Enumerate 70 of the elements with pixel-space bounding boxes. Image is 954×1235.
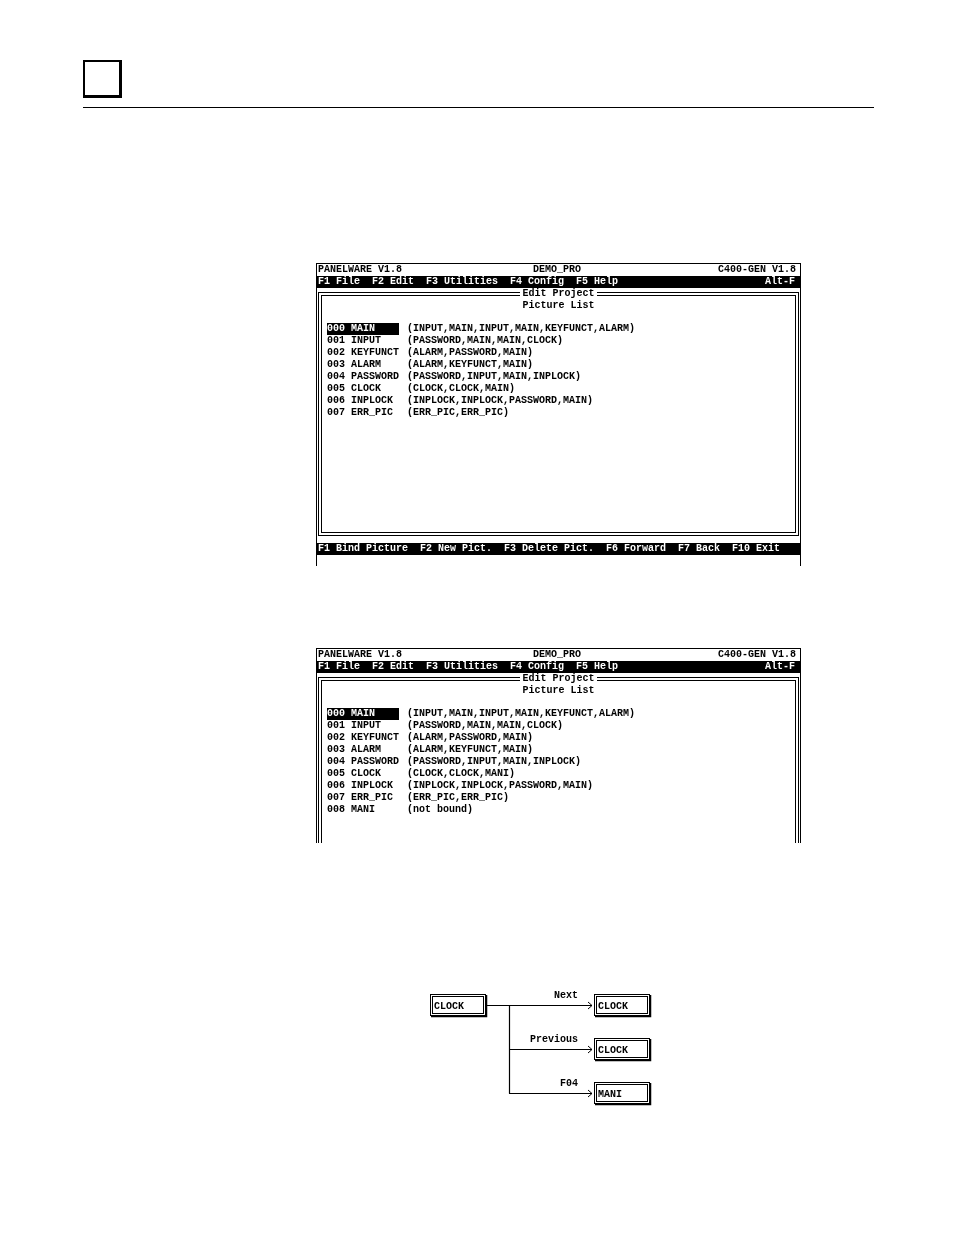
function-key[interactable]: F2 New Pict. [420,543,493,555]
picture-links: (INPLOCK,INPLOCK,PASSWORD,MAIN) [407,395,594,407]
square-icon [83,60,122,98]
picture-links: (PASSWORD,MAIN,MAIN,CLOCK) [407,335,564,347]
picture-links: (not bound) [407,804,473,816]
project-name: DEMO_PRO [533,264,581,276]
menu-item[interactable]: F5 Help [576,661,619,673]
picture-links: (PASSWORD,INPUT,MAIN,INPLOCK) [407,756,582,768]
function-key[interactable]: F6 Forward [606,543,667,555]
function-key[interactable]: F10 Exit [732,543,781,555]
picture-links: (ERR_PIC,ERR_PIC) [407,407,510,419]
list-heading: Picture List [521,685,596,697]
picture-links: (CLOCK,CLOCK,MANI) [407,768,516,780]
picture-links: (ALARM,PASSWORD,MAIN) [407,347,534,359]
list-heading: Picture List [521,300,596,312]
menu-item[interactable]: F1 File [318,661,360,673]
menu-item[interactable]: F5 Help [576,276,619,288]
picture-entry[interactable]: 006 INPLOCK [327,395,399,407]
picture-entry[interactable]: 006 INPLOCK [327,780,399,792]
picture-links: (INPUT,MAIN,INPUT,MAIN,KEYFUNCT,ALARM) [407,708,636,720]
picture-links: (ALARM,KEYFUNCT,MAIN) [407,744,534,756]
picture-entry[interactable]: 005 CLOCK [327,768,399,780]
target-version: C400-GEN V1.8 [718,649,796,661]
picture-entry[interactable]: 003 ALARM [327,744,399,756]
shortcut-hint: Alt-F [765,276,795,288]
picture-entry[interactable]: 008 MANI [327,804,399,816]
function-key[interactable]: F7 Back [678,543,721,555]
picture-links: (PASSWORD,MAIN,MAIN,CLOCK) [407,720,564,732]
link-label: Previous [530,1034,578,1045]
menu-item[interactable]: F2 Edit [372,276,415,288]
picture-links: (INPLOCK,INPLOCK,PASSWORD,MAIN) [407,780,594,792]
picture-entry[interactable]: 000 MAIN [327,323,399,335]
picture-entry[interactable]: 000 MAIN [327,708,399,720]
function-key[interactable]: F1 Bind Picture [318,543,408,555]
picture-node: CLOCK [430,994,488,1018]
picture-links: (ERR_PIC,ERR_PIC) [407,792,510,804]
picture-links: (PASSWORD,INPUT,MAIN,INPLOCK) [407,371,582,383]
picture-node: CLOCK [594,1038,652,1062]
project-name: DEMO_PRO [533,649,581,661]
picture-entry[interactable]: 001 INPUT [327,720,399,732]
picture-entry[interactable]: 004 PASSWORD [327,371,399,383]
app-title: PANELWARE V1.8 [318,264,402,276]
picture-entry[interactable]: 001 INPUT [327,335,399,347]
picture-links: (CLOCK,CLOCK,MAIN) [407,383,516,395]
menu-item[interactable]: F4 Config [510,276,565,288]
picture-entry[interactable]: 004 PASSWORD [327,756,399,768]
app-title: PANELWARE V1.8 [318,649,402,661]
picture-entry[interactable]: 005 CLOCK [327,383,399,395]
panel-title: Edit Project [521,288,596,300]
picture-entry[interactable]: 002 KEYFUNCT [327,347,399,359]
picture-node: MANI [594,1082,652,1106]
picture-entry[interactable]: 007 ERR_PIC [327,407,399,419]
shortcut-hint: Alt-F [765,661,795,673]
panel-title: Edit Project [521,673,596,685]
link-label: Next [554,990,578,1001]
function-key[interactable]: F3 Delete Pict. [504,543,595,555]
picture-links: (INPUT,MAIN,INPUT,MAIN,KEYFUNCT,ALARM) [407,323,636,335]
menu-item[interactable]: F1 File [318,276,360,288]
picture-links: (ALARM,PASSWORD,MAIN) [407,732,534,744]
picture-links: (ALARM,KEYFUNCT,MAIN) [407,359,534,371]
picture-node: CLOCK [594,994,652,1018]
target-version: C400-GEN V1.8 [718,264,796,276]
picture-entry[interactable]: 003 ALARM [327,359,399,371]
link-label: F04 [560,1078,578,1089]
picture-entry[interactable]: 007 ERR_PIC [327,792,399,804]
menu-item[interactable]: F3 Utilities [426,661,499,673]
menu-item[interactable]: F2 Edit [372,661,415,673]
picture-entry[interactable]: 002 KEYFUNCT [327,732,399,744]
menu-item[interactable]: F3 Utilities [426,276,499,288]
menu-item[interactable]: F4 Config [510,661,565,673]
